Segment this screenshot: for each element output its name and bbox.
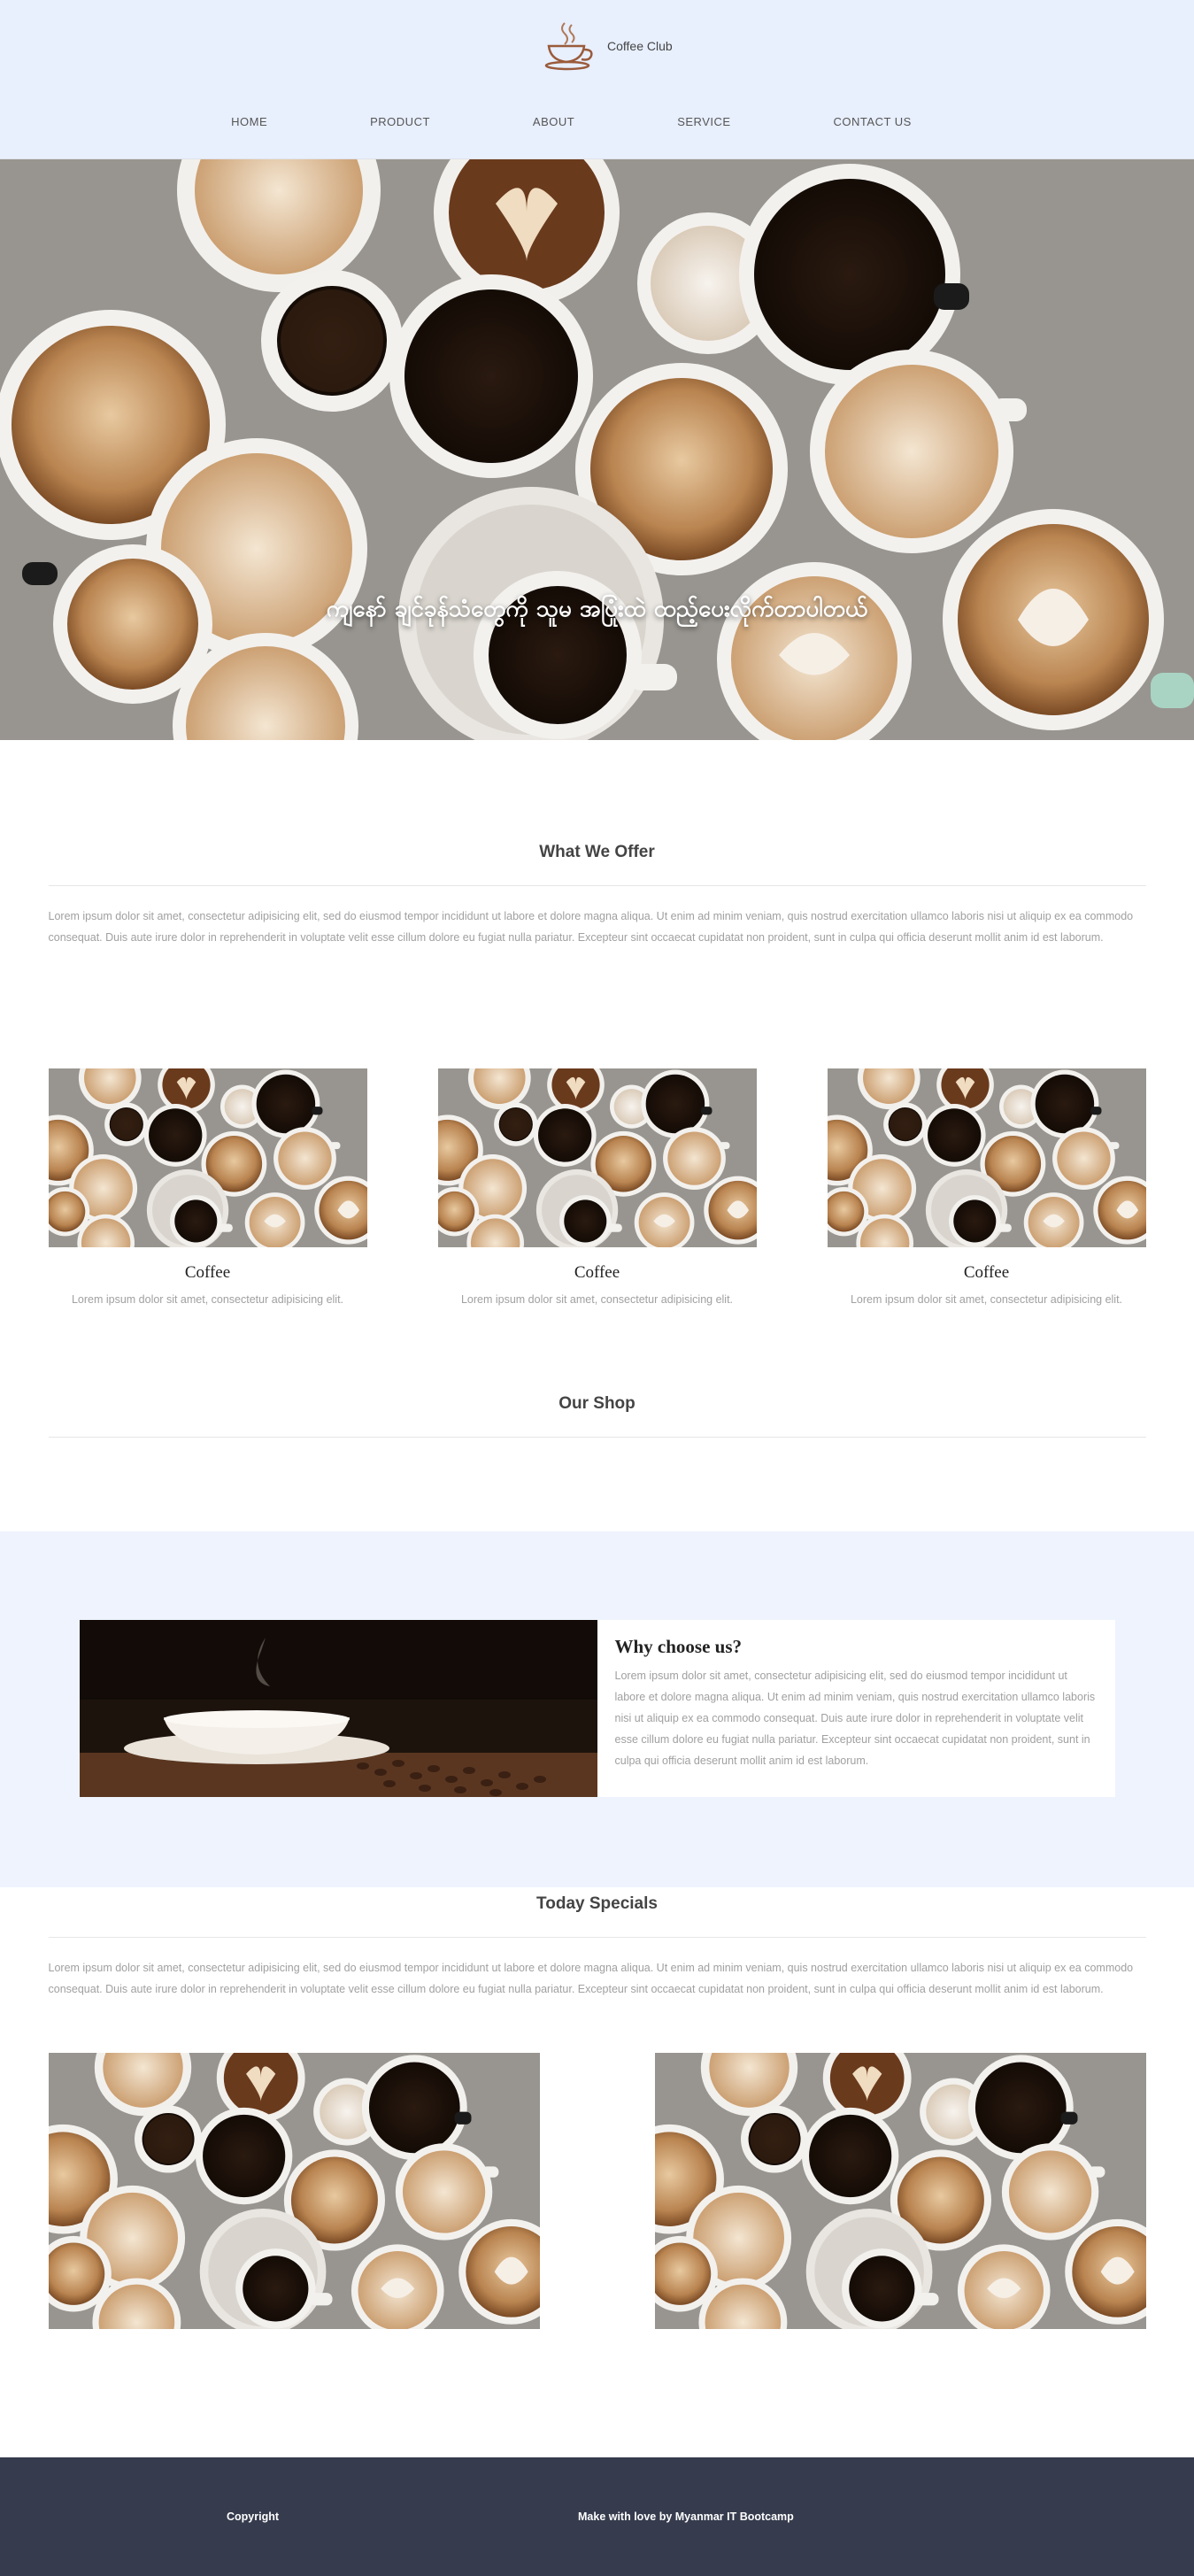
special-image[interactable] [48, 2053, 540, 2329]
brand[interactable]: Coffee Club [538, 16, 673, 76]
nav-about[interactable]: ABOUT [533, 115, 574, 128]
product-image [437, 1068, 757, 1247]
footer-credit: Make with love by Myanmar IT Bootcamp [578, 2510, 794, 2523]
why-title: Why choose us? [614, 1636, 743, 1657]
nav-home[interactable]: HOME [231, 115, 267, 128]
nav-product[interactable]: PRODUCT [370, 115, 430, 128]
offer-text: Lorem ipsum dolor sit amet, consectetur … [48, 910, 1134, 944]
product-title: Coffee [574, 1263, 620, 1282]
product-title: Coffee [184, 1263, 231, 1282]
divider [48, 1437, 1146, 1438]
nav-contact[interactable]: CONTACT US [834, 115, 912, 128]
brand-name: Coffee Club [607, 39, 673, 53]
product-card[interactable]: Coffee Lorem ipsum dolor sit amet, conse… [48, 1068, 367, 1306]
what-we-offer-section: What We Offer Lorem ipsum dolor sit amet… [0, 740, 1194, 948]
product-card[interactable]: Coffee Lorem ipsum dolor sit amet, conse… [827, 1068, 1146, 1306]
why-text: Lorem ipsum dolor sit amet, consectetur … [614, 1670, 1096, 1767]
product-cards: Coffee Lorem ipsum dolor sit amet, conse… [48, 1068, 1146, 1306]
site-footer: Copyright Make with love by Myanmar IT B… [0, 2457, 1194, 2576]
espresso-image [79, 1620, 597, 1797]
hero-caption: ကျနော် ချင်ခုန်သံတွေကို သူမ အပြုံးထဲ ထည့… [326, 596, 868, 622]
why-card: Why choose us? Lorem ipsum dolor sit ame… [79, 1620, 1115, 1797]
product-text: Lorem ipsum dolor sit amet, consectetur … [850, 1293, 1123, 1306]
divider [48, 1937, 1146, 1938]
espresso-photo [79, 1620, 597, 1797]
product-card[interactable]: Coffee Lorem ipsum dolor sit amet, conse… [437, 1068, 757, 1306]
hero-image [0, 159, 1194, 740]
product-text: Lorem ipsum dolor sit amet, consectetur … [71, 1293, 344, 1306]
product-text: Lorem ipsum dolor sit amet, consectetur … [460, 1293, 734, 1306]
main-nav: HOME PRODUCT ABOUT SERVICE CONTACT US [0, 115, 1194, 128]
section-title-specials: Today Specials [536, 1894, 658, 1913]
today-specials-section: Today Specials Lorem ipsum dolor sit ame… [0, 1887, 1194, 2329]
specials-text: Lorem ipsum dolor sit amet, consectetur … [48, 1962, 1134, 1995]
product-title: Coffee [963, 1263, 1010, 1282]
coffee-cup-icon [544, 22, 593, 71]
nav-service[interactable]: SERVICE [677, 115, 730, 128]
why-content: Why choose us? Lorem ipsum dolor sit ame… [597, 1620, 1115, 1797]
hero-banner: ကျနော် ချင်ခုန်သံတွေကို သူမ အပြုံးထဲ ထည့… [0, 159, 1194, 740]
product-image [48, 1068, 367, 1247]
specials-gallery [48, 2053, 1146, 2329]
our-shop-section: Our Shop [0, 1306, 1194, 1531]
section-title-shop: Our Shop [558, 1394, 636, 1413]
why-choose-us-section: Why choose us? Lorem ipsum dolor sit ame… [0, 1531, 1194, 1887]
special-image[interactable] [654, 2053, 1146, 2329]
section-title-offer: What We Offer [539, 843, 655, 861]
product-image [827, 1068, 1146, 1247]
site-header: Coffee Club HOME PRODUCT ABOUT SERVICE C… [0, 0, 1194, 159]
divider [48, 885, 1146, 886]
footer-copyright: Copyright [227, 2510, 280, 2523]
